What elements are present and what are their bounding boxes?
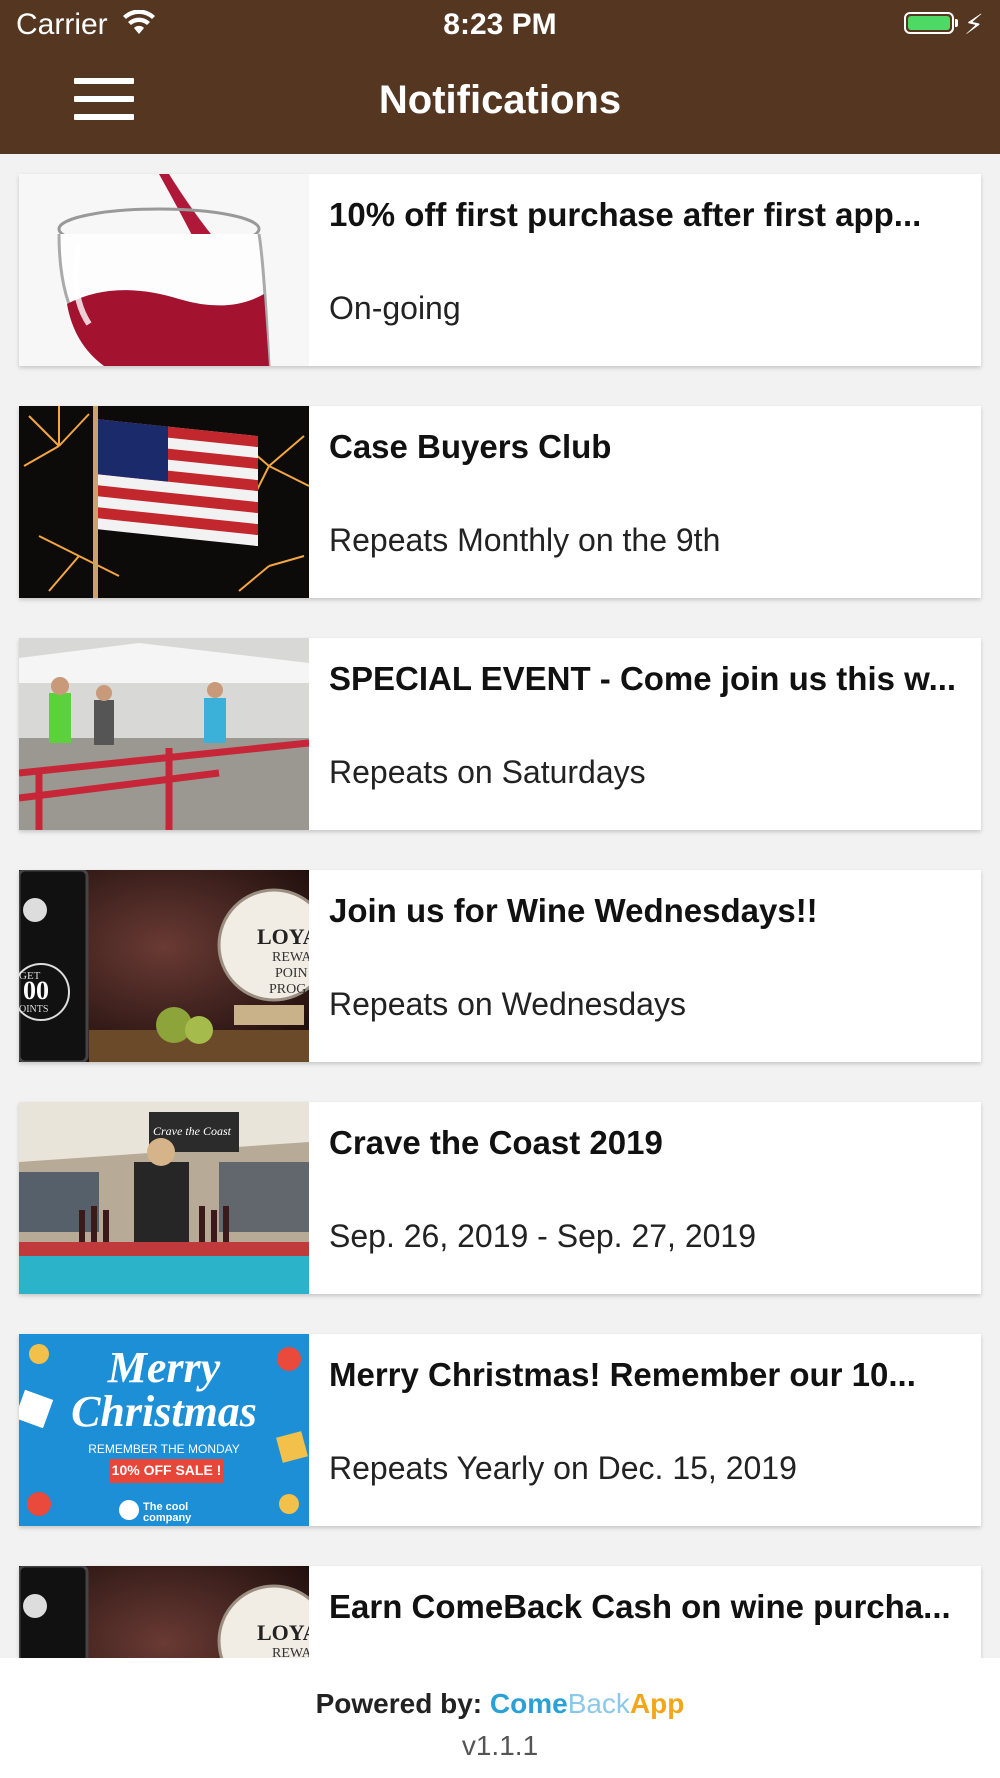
band-event-image (19, 638, 309, 830)
powered-by-label: Powered by: (315, 1688, 483, 1719)
notification-title: Case Buyers Club (329, 428, 612, 465)
navigation-bar: Carrier 8:23 PM ⚡ Notifications (0, 0, 1000, 154)
comebackapp-logo[interactable]: ComeBackApp (490, 1688, 684, 1719)
status-time: 8:23 PM (443, 8, 557, 41)
notification-item[interactable]: LOYA REWA Earn ComeBack Cash on wine pur… (19, 1566, 981, 1658)
notification-schedule: Sep. 26, 2019 - Sep. 27, 2019 (329, 1218, 756, 1254)
powered-by: Powered by: ComeBackApp (0, 1688, 1000, 1720)
loyalty-reward-text: REWA (272, 950, 309, 965)
brand-part-app: App (629, 1688, 685, 1719)
loyalty-points-text: POIN (275, 966, 308, 981)
notification-item[interactable]: LOYA REWA POIN PROG GET 00 OINTS Join us… (19, 870, 981, 1062)
notification-item[interactable]: Crave the Coast Crave the Coast 2019 Sep… (19, 1102, 981, 1294)
christmas-company-text: The cool company (143, 1501, 192, 1524)
notification-title: 10% off first purchase after first app..… (329, 196, 922, 233)
notification-title: Merry Christmas! Remember our 10... (329, 1356, 916, 1393)
notification-title: Crave the Coast 2019 (329, 1124, 663, 1161)
christmas-remember-text: REMEMBER THE MONDAY (88, 1442, 240, 1456)
battery-tip (955, 19, 958, 27)
status-bar: Carrier 8:23 PM ⚡ (0, 0, 1000, 50)
page-title: Notifications (378, 78, 622, 122)
notification-title: Earn ComeBack Cash on wine purcha... (329, 1588, 951, 1625)
notification-schedule: On-going (329, 290, 461, 326)
brand-part-come: Come (489, 1688, 568, 1719)
notification-item[interactable]: SPECIAL EVENT - Come join us this w... R… (19, 638, 981, 830)
notification-schedule: Repeats on Wednesdays (329, 986, 686, 1022)
footer: Powered by: ComeBackApp v1.1.1 (0, 1658, 1000, 1778)
loyalty-program-image: LOYA REWA POIN PROG GET 00 OINTS (19, 870, 309, 1062)
notification-title: Join us for Wine Wednesdays!! (329, 892, 818, 929)
app-version: v1.1.1 (461, 1730, 539, 1761)
christmas-image: Merry Christmas REMEMBER THE MONDAY 10% … (19, 1334, 309, 1526)
wine-glass-image (19, 174, 309, 366)
notification-list[interactable]: 10% off first purchase after first app..… (0, 154, 1000, 1658)
battery-icon (904, 12, 954, 34)
notification-item[interactable]: 10% off first purchase after first app..… (19, 174, 981, 366)
charging-bolt-icon: ⚡ (964, 9, 984, 40)
notification-schedule: Repeats Monthly on the 9th (329, 522, 721, 558)
christmas-sale-text: 10% OFF SALE ! (111, 1462, 222, 1478)
crave-the-coast-image: Crave the Coast (19, 1102, 309, 1294)
crave-banner-text: Crave the Coast (153, 1124, 231, 1138)
loyalty-reward-text: REWA (272, 1646, 309, 1658)
notification-schedule: Repeats on Saturdays (329, 754, 646, 790)
notification-schedule: Repeats Yearly on Dec. 15, 2019 (329, 1450, 797, 1486)
notification-title: SPECIAL EVENT - Come join us this w... (329, 660, 957, 697)
christmas-title-line2: Christmas (71, 1387, 257, 1436)
points-label: OINTS (19, 1004, 49, 1015)
notification-item[interactable]: Case Buyers Club Repeats Monthly on the … (19, 406, 981, 598)
notification-item[interactable]: Merry Christmas REMEMBER THE MONDAY 10% … (19, 1334, 981, 1526)
loyalty-badge-text: LOYA (257, 924, 309, 949)
flag-fireworks-image (19, 406, 309, 598)
brand-part-back: Back (567, 1688, 630, 1719)
loyalty-program-text: PROG (269, 982, 307, 997)
points-number: 00 (23, 976, 49, 1005)
loyalty-program-image: LOYA REWA (19, 1566, 309, 1658)
loyalty-badge-text: LOYA (257, 1620, 309, 1645)
